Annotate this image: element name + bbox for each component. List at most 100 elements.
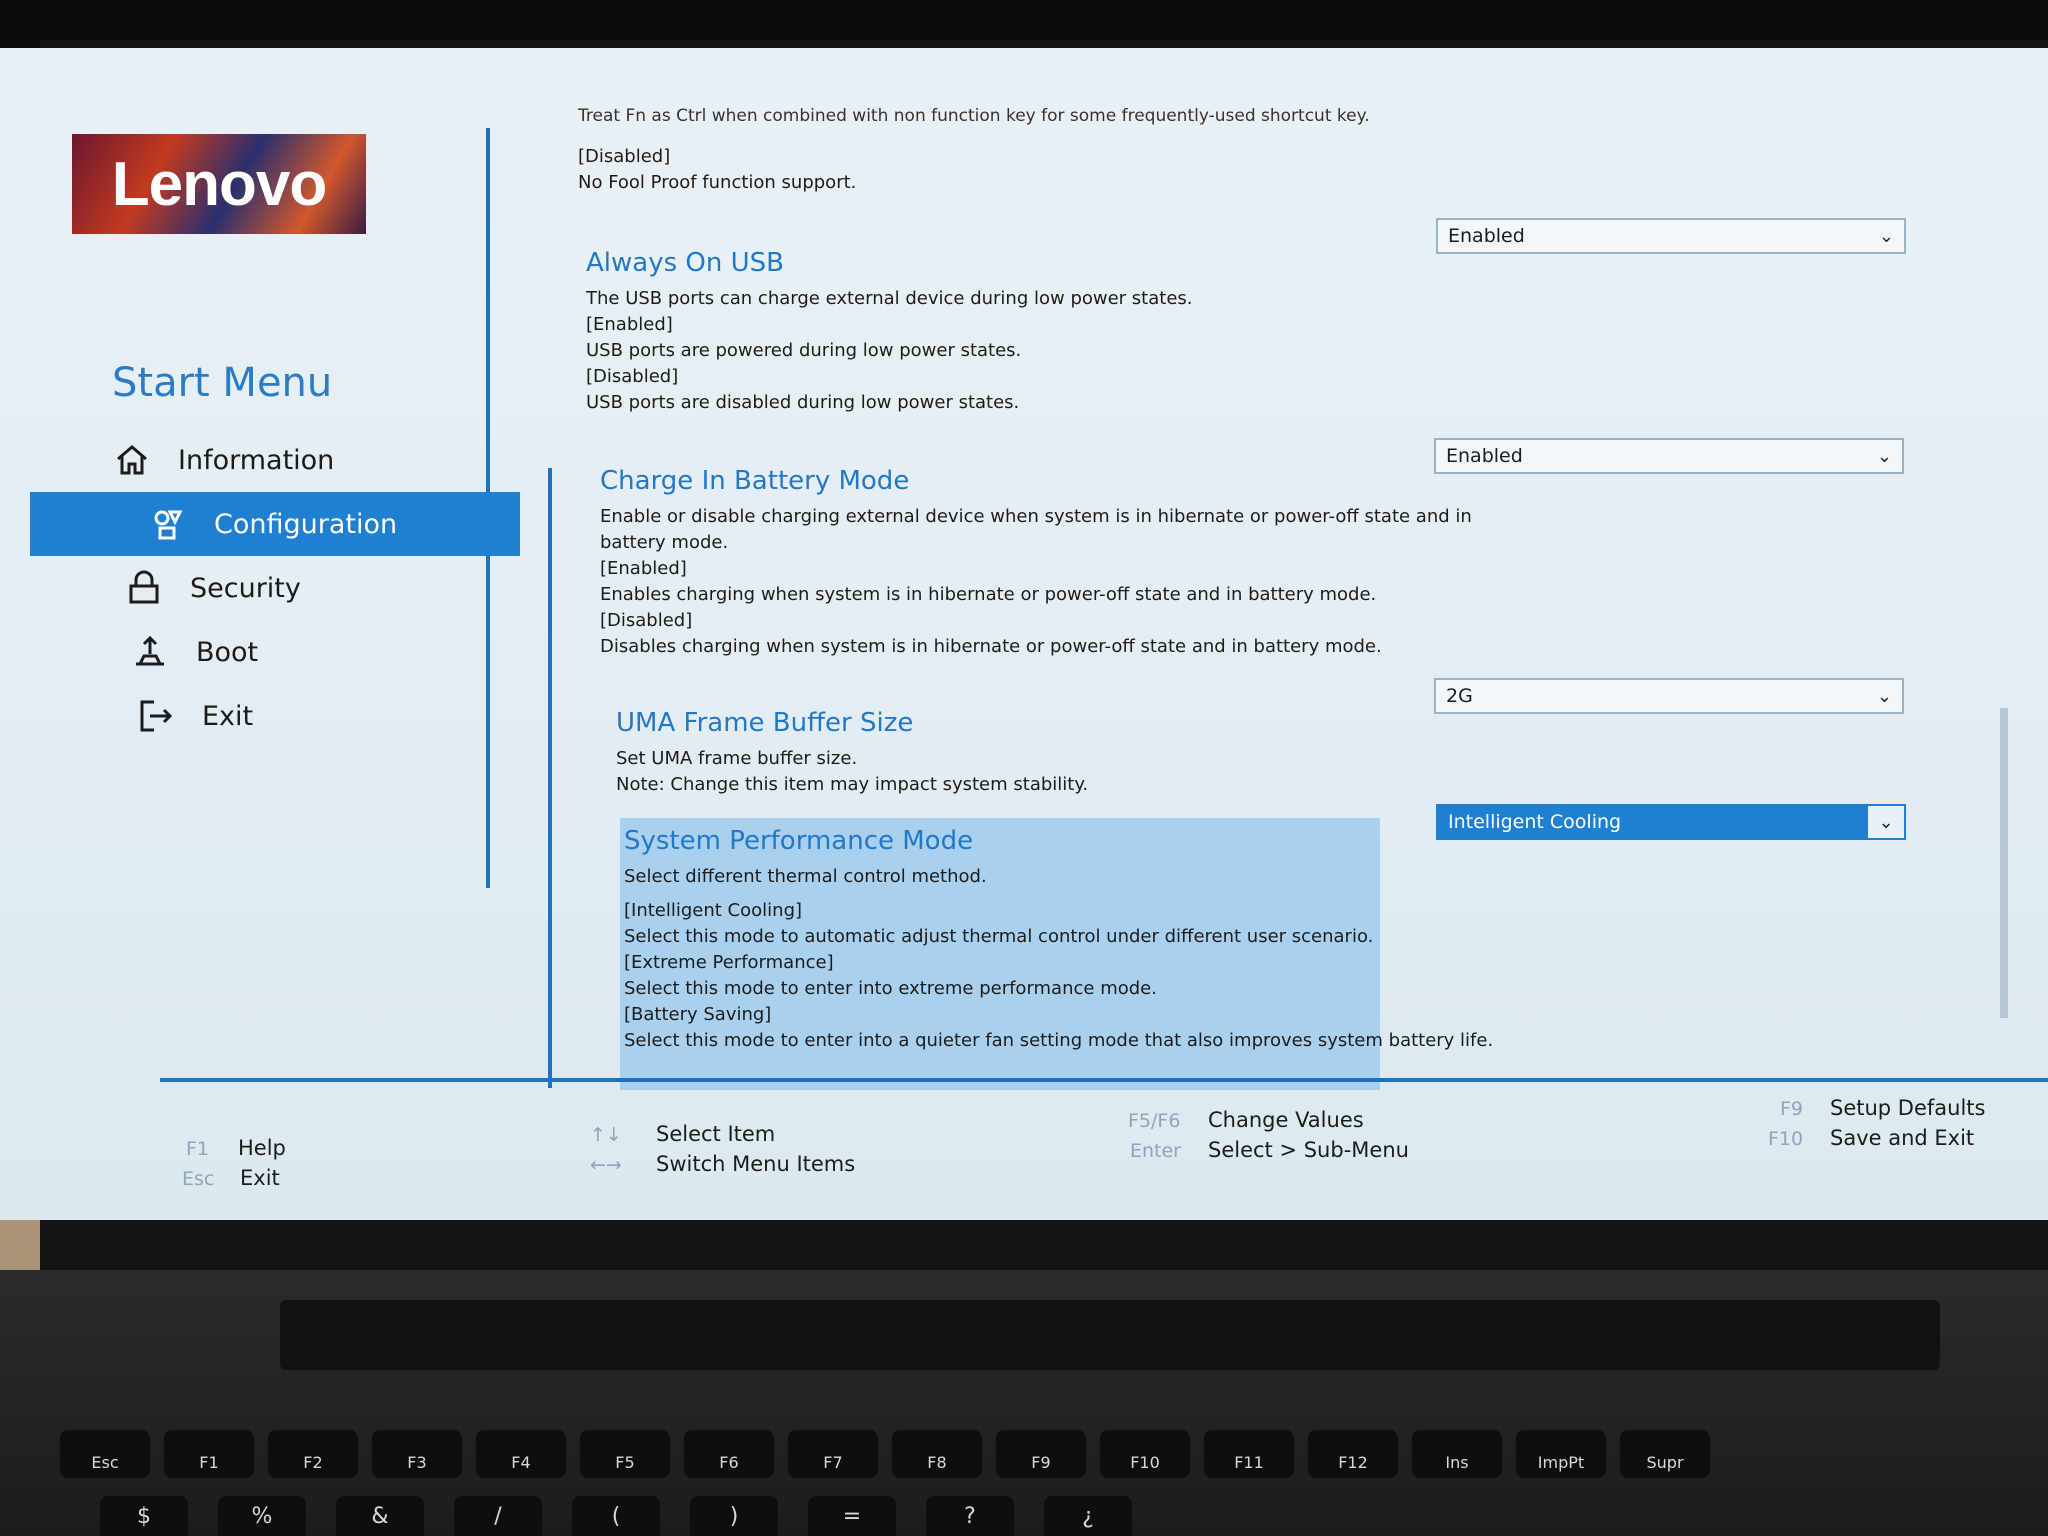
key-f12[interactable]: F12 bbox=[1308, 1430, 1398, 1478]
key-inverted-question[interactable]: ¿ bbox=[1044, 1496, 1132, 1536]
setting-title: Always On USB bbox=[586, 248, 784, 278]
laptop-hinge bbox=[280, 1300, 1940, 1370]
footer-divider bbox=[160, 1078, 2048, 1082]
option-description: Select this mode to enter into a quieter… bbox=[624, 1030, 1494, 1051]
key-equals[interactable]: = bbox=[808, 1496, 896, 1536]
option-label: [Enabled] bbox=[586, 314, 673, 335]
key-open-paren[interactable]: ( bbox=[572, 1496, 660, 1536]
lenovo-logo: Lenovo bbox=[72, 134, 366, 234]
option-description: USB ports are powered during low power s… bbox=[586, 340, 1022, 361]
key-close-paren[interactable]: ) bbox=[690, 1496, 778, 1536]
key-hint: F1 bbox=[186, 1138, 210, 1160]
key-question[interactable]: ? bbox=[926, 1496, 1014, 1536]
setting-system-performance-mode[interactable]: System Performance Mode Select different… bbox=[624, 826, 1493, 1054]
sidebar-item-label: Configuration bbox=[214, 508, 398, 540]
key-hint: F10 bbox=[1768, 1128, 1804, 1150]
key-f9[interactable]: F9 bbox=[996, 1430, 1086, 1478]
sidebar-item-label: Security bbox=[190, 572, 301, 604]
key-esc[interactable]: Esc bbox=[60, 1430, 150, 1478]
key-help-footer: F1 Help Esc Exit ↑↓ Select Item ←→ Switc… bbox=[0, 1088, 2048, 1198]
sidebar-item-label: Boot bbox=[196, 636, 259, 668]
key-impr[interactable]: ImpPt bbox=[1516, 1430, 1606, 1478]
option-label: [Battery Saving] bbox=[624, 1004, 772, 1025]
setting-title: Charge In Battery Mode bbox=[600, 466, 910, 496]
bios-screen: Lenovo Start Menu Information Configurat… bbox=[0, 48, 2048, 1220]
previous-setting-tail: [Disabled] No Fool Proof function suppor… bbox=[578, 144, 856, 196]
key-percent[interactable]: % bbox=[218, 1496, 306, 1536]
option-label: [Disabled] bbox=[600, 610, 693, 631]
option-label: [Disabled] bbox=[586, 366, 679, 387]
key-hint-label: Change Values bbox=[1208, 1108, 1364, 1132]
setting-uma-frame-buffer[interactable]: UMA Frame Buffer Size Set UMA frame buff… bbox=[616, 708, 1088, 798]
key-hint: F5/F6 bbox=[1128, 1110, 1181, 1132]
key-f2[interactable]: F2 bbox=[268, 1430, 358, 1478]
key-hint-label: Setup Defaults bbox=[1830, 1096, 1986, 1120]
always-on-usb-dropdown[interactable]: Enabled ⌄ bbox=[1436, 218, 1906, 254]
key-hint-label: Help bbox=[238, 1136, 286, 1160]
key-f10[interactable]: F10 bbox=[1100, 1430, 1190, 1478]
option-label: [Intelligent Cooling] bbox=[624, 900, 803, 921]
sidebar-item-boot[interactable]: Boot bbox=[0, 620, 520, 684]
key-hint-label: Exit bbox=[240, 1166, 280, 1190]
system-performance-dropdown[interactable]: Intelligent Cooling ⌄ bbox=[1436, 804, 1906, 840]
configuration-icon bbox=[148, 504, 188, 544]
setting-always-on-usb[interactable]: Always On USB The USB ports can charge e… bbox=[586, 248, 1193, 416]
key-slash[interactable]: / bbox=[454, 1496, 542, 1536]
sidebar-item-information[interactable]: Information bbox=[0, 428, 520, 492]
key-ampersand[interactable]: & bbox=[336, 1496, 424, 1536]
option-label: [Disabled] bbox=[578, 146, 671, 167]
key-f1[interactable]: F1 bbox=[164, 1430, 254, 1478]
setting-description: battery mode. bbox=[600, 532, 729, 553]
charge-in-battery-dropdown[interactable]: Enabled ⌄ bbox=[1434, 438, 1904, 474]
dropdown-value: 2G bbox=[1446, 685, 1473, 707]
sidebar-item-exit[interactable]: Exit bbox=[0, 684, 520, 748]
arrow-left-right-icon: ←→ bbox=[590, 1154, 622, 1176]
key-f7[interactable]: F7 bbox=[788, 1430, 878, 1478]
sidebar-item-label: Information bbox=[178, 444, 335, 476]
setting-title: System Performance Mode bbox=[624, 826, 974, 856]
boot-icon bbox=[130, 632, 170, 672]
key-hint: Esc bbox=[182, 1168, 215, 1190]
key-hint-label: Select Item bbox=[656, 1122, 776, 1146]
dropdown-value: Enabled bbox=[1448, 225, 1525, 247]
setting-charge-in-battery-mode[interactable]: Charge In Battery Mode Enable or disable… bbox=[600, 466, 1472, 660]
key-hint: F9 bbox=[1780, 1098, 1804, 1120]
key-hint-label: Switch Menu Items bbox=[656, 1152, 856, 1176]
setting-description: Enable or disable charging external devi… bbox=[600, 506, 1472, 527]
logo-text: Lenovo bbox=[111, 149, 327, 219]
keyboard-function-row: Esc F1 F2 F3 F4 F5 F6 F7 F8 F9 F10 F11 F… bbox=[60, 1430, 2048, 1480]
start-menu-title: Start Menu bbox=[112, 360, 333, 406]
option-description: No Fool Proof function support. bbox=[578, 172, 857, 193]
option-description: Select this mode to automatic adjust the… bbox=[624, 926, 1374, 947]
key-supr[interactable]: Supr bbox=[1620, 1430, 1710, 1478]
sidebar-item-label: Exit bbox=[202, 700, 254, 732]
chevron-down-icon: ⌄ bbox=[1876, 685, 1892, 707]
scrollbar[interactable] bbox=[2000, 708, 2008, 1018]
lock-icon bbox=[124, 568, 164, 608]
option-description: USB ports are disabled during low power … bbox=[586, 392, 1020, 413]
home-icon bbox=[112, 440, 152, 480]
exit-icon bbox=[136, 696, 176, 736]
sidebar-item-configuration[interactable]: Configuration bbox=[30, 492, 520, 556]
key-f3[interactable]: F3 bbox=[372, 1430, 462, 1478]
sidebar-menu: Information Configuration Security Boot … bbox=[0, 428, 520, 748]
option-description: Enables charging when system is in hiber… bbox=[600, 584, 1377, 605]
key-f8[interactable]: F8 bbox=[892, 1430, 982, 1478]
key-f5[interactable]: F5 bbox=[580, 1430, 670, 1478]
chevron-down-icon: ⌄ bbox=[1868, 806, 1904, 838]
key-f4[interactable]: F4 bbox=[476, 1430, 566, 1478]
option-description: Disables charging when system is in hibe… bbox=[600, 636, 1382, 657]
key-f6[interactable]: F6 bbox=[684, 1430, 774, 1478]
key-f11[interactable]: F11 bbox=[1204, 1430, 1294, 1478]
chevron-down-icon: ⌄ bbox=[1876, 445, 1892, 467]
key-dollar[interactable]: $ bbox=[100, 1496, 188, 1536]
key-ins[interactable]: Ins bbox=[1412, 1430, 1502, 1478]
setting-description: Select different thermal control method. bbox=[624, 866, 987, 887]
option-label: [Extreme Performance] bbox=[624, 952, 834, 973]
keyboard-number-row: $ % & / ( ) = ? ¿ bbox=[100, 1496, 2048, 1536]
setting-description: The USB ports can charge external device… bbox=[586, 288, 1193, 309]
sidebar-item-security[interactable]: Security bbox=[0, 556, 520, 620]
chevron-down-icon: ⌄ bbox=[1878, 225, 1894, 247]
uma-frame-buffer-dropdown[interactable]: 2G ⌄ bbox=[1434, 678, 1904, 714]
dropdown-value: Enabled bbox=[1446, 445, 1523, 467]
